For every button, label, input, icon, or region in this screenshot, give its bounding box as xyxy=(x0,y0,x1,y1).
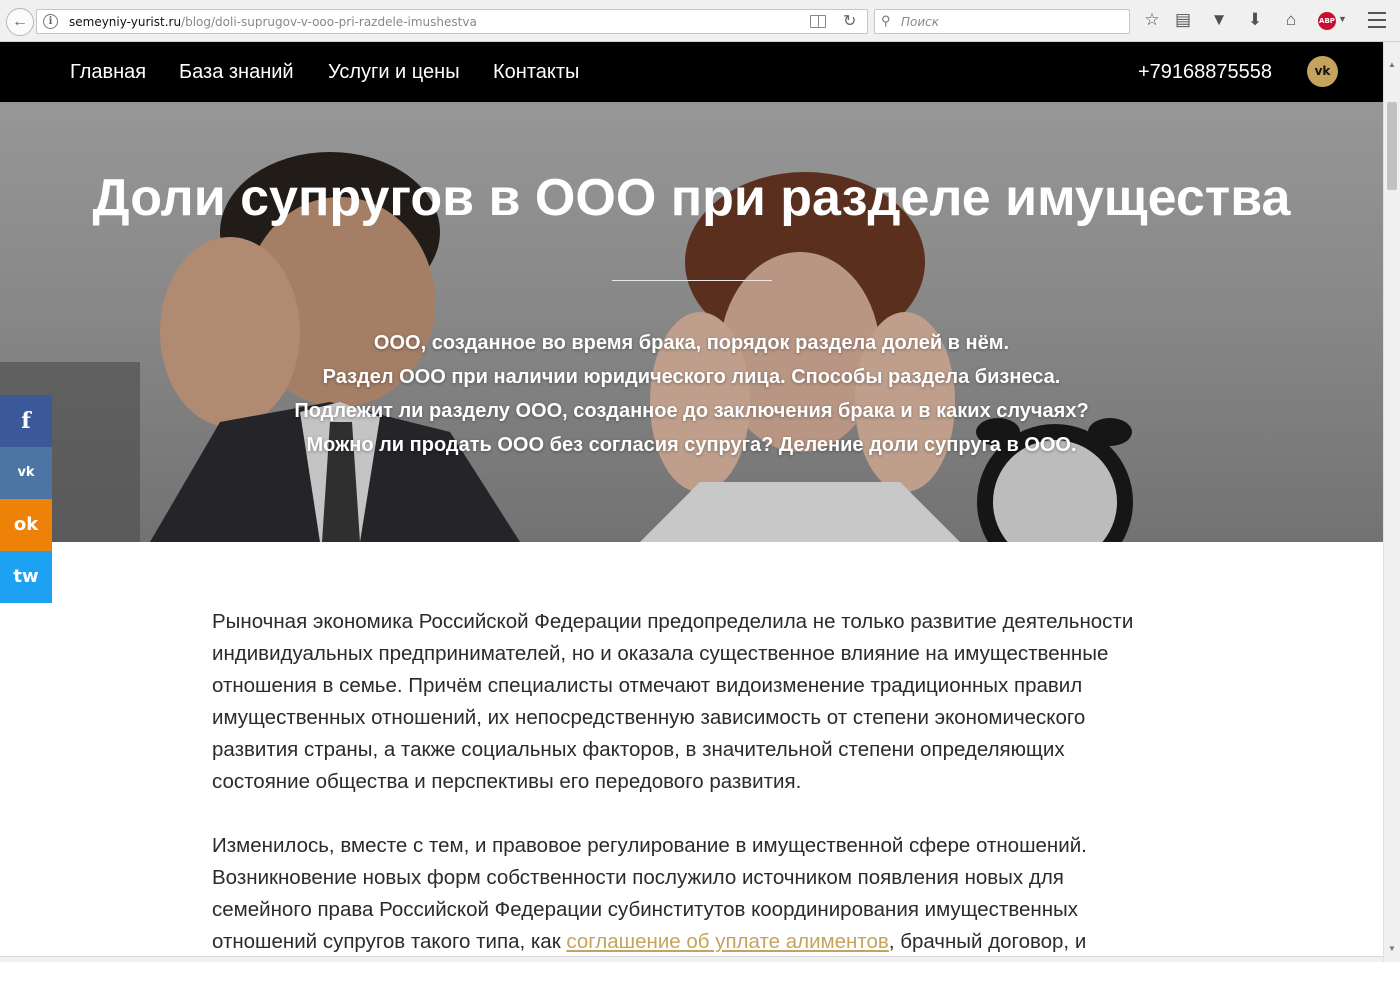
phone-number[interactable]: +79168875558 xyxy=(1138,61,1272,84)
nav-link-knowledge-base[interactable]: База знаний xyxy=(179,61,294,84)
twitter-icon[interactable]: tw xyxy=(0,551,52,603)
hero-subtitle-line: Подлежит ли разделу ООО, созданное до за… xyxy=(294,400,1089,422)
nav-link-home[interactable]: Главная xyxy=(70,61,146,84)
search-input[interactable]: ⚲ Поиск xyxy=(874,9,1130,34)
url-host: semeyniy-yurist.ru xyxy=(69,15,182,29)
browser-toolbar: ← i semeyniy-yurist.ru/blog/doli-suprugo… xyxy=(0,0,1400,42)
home-icon[interactable]: ⌂ xyxy=(1280,9,1302,31)
search-placeholder: Поиск xyxy=(901,15,940,29)
window-bottom-edge xyxy=(0,956,1383,962)
hero-subtitle-line: Раздел ООО при наличии юридического лица… xyxy=(322,366,1061,388)
hero-banner: Доли супругов в ООО при разделе имуществ… xyxy=(0,102,1383,542)
vk-share-icon[interactable]: vk xyxy=(0,447,52,499)
info-icon[interactable]: i xyxy=(43,14,58,29)
hero-divider xyxy=(612,280,772,281)
chevron-down-icon[interactable]: ▼ xyxy=(1338,14,1347,24)
nav-link-services[interactable]: Услуги и цены xyxy=(328,61,460,84)
pocket-icon[interactable]: ▼ xyxy=(1208,9,1230,31)
reload-icon[interactable]: ↻ xyxy=(843,11,856,31)
back-arrow-icon[interactable]: ← xyxy=(6,8,34,36)
site-navigation: Главная База знаний Услуги и цены Контак… xyxy=(0,42,1383,102)
paragraph-text: , брачный договор, и xyxy=(888,930,1087,953)
social-share-bar: f vk ok tw xyxy=(0,395,52,603)
hamburger-menu-icon[interactable] xyxy=(1368,12,1386,28)
url-bar[interactable]: i semeyniy-yurist.ru/blog/doli-suprugov-… xyxy=(36,9,868,34)
download-icon[interactable]: ⬇ xyxy=(1244,9,1266,31)
article-body: Рыночная экономика Российской Федерации … xyxy=(212,606,1152,990)
library-icon[interactable]: ▤ xyxy=(1172,9,1194,31)
alimony-agreement-link[interactable]: соглашение об уплате алиментов xyxy=(566,930,888,953)
nav-link-contacts[interactable]: Контакты xyxy=(493,61,579,84)
scroll-down-icon[interactable]: ▼ xyxy=(1388,944,1396,953)
adblock-icon[interactable]: ABP xyxy=(1318,12,1336,30)
url-path: /blog/doli-suprugov-v-ooo-pri-razdele-im… xyxy=(181,15,477,29)
url-text[interactable]: semeyniy-yurist.ru/blog/doli-suprugov-v-… xyxy=(69,15,477,29)
hero-subtitle-line: ООО, созданное во время брака, порядок р… xyxy=(373,332,1010,354)
vk-icon[interactable]: vk xyxy=(1307,56,1338,87)
page-scrollbar[interactable]: ▲ ▼ xyxy=(1383,42,1400,962)
article-paragraph: Рыночная экономика Российской Федерации … xyxy=(212,610,1134,793)
page-title: Доли супругов в ООО при разделе имуществ… xyxy=(92,169,1291,227)
article-paragraph: Изменилось, вместе с тем, и правовое рег… xyxy=(212,830,1152,958)
hero-subtitle-line: Можно ли продать ООО без согласия супруг… xyxy=(306,434,1077,456)
search-icon: ⚲ xyxy=(881,13,891,28)
odnoklassniki-icon[interactable]: ok xyxy=(0,499,52,551)
reader-view-icon[interactable] xyxy=(810,15,826,28)
hero-subtitles: ООО, созданное во время брака, порядок р… xyxy=(0,326,1383,462)
scrollbar-thumb[interactable] xyxy=(1387,102,1397,190)
facebook-icon[interactable]: f xyxy=(0,395,52,447)
scroll-up-icon[interactable]: ▲ xyxy=(1388,60,1396,69)
star-icon[interactable]: ☆ xyxy=(1141,9,1163,31)
